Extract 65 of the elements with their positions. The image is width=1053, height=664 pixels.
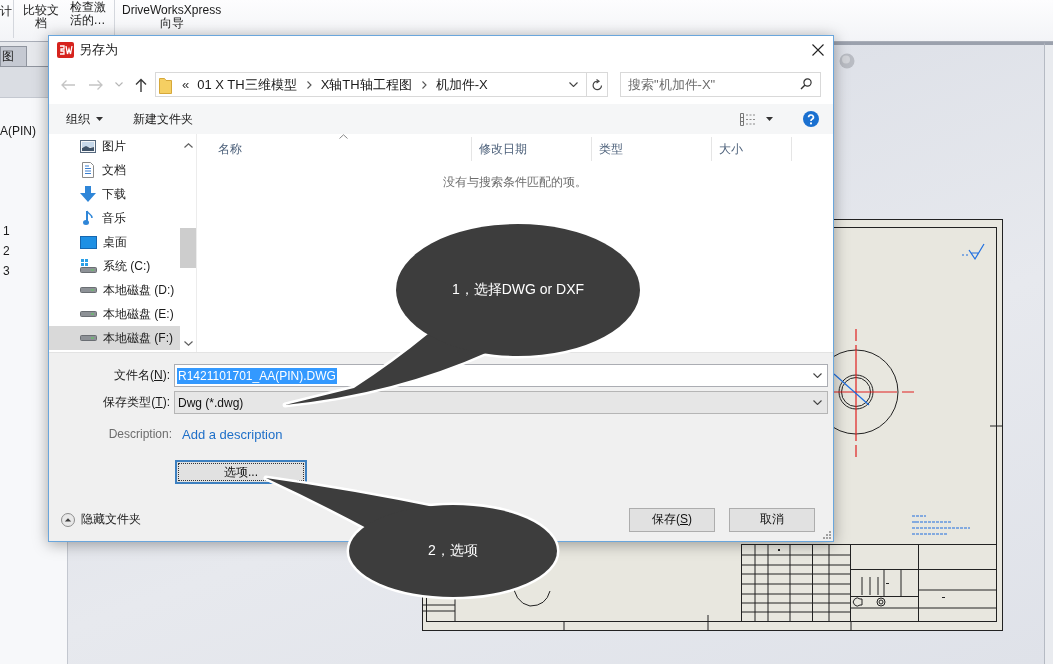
view-list-icon[interactable] [740, 112, 756, 126]
app-logo-icon [57, 42, 74, 58]
callout-text: 2，选项 [428, 542, 478, 560]
organize-button[interactable]: 组织 [66, 108, 103, 130]
drive-icon [80, 311, 97, 317]
chevron-right-icon[interactable] [421, 80, 427, 89]
down-arrow-icon [80, 186, 96, 202]
ribbon-button[interactable]: DriveWorksXpress 向导 [120, 0, 224, 30]
search-icon[interactable] [800, 78, 812, 90]
address-bar[interactable]: « 01 X TH三维模型 X轴TH轴工程图 机加件-X [155, 72, 608, 97]
nav-item[interactable]: 音乐 [49, 206, 180, 230]
caret-down-icon[interactable] [766, 117, 773, 121]
up-arrow-icon[interactable] [135, 77, 147, 92]
dot-icon[interactable] [839, 53, 855, 69]
hide-folders-button[interactable]: 隐藏文件夹 [61, 511, 141, 528]
search-field[interactable]: 搜索"机加件-X" [620, 72, 821, 97]
dialog-button[interactable]: 保存(S) [629, 507, 715, 532]
nav-item[interactable]: 本地磁盘 (D:) [49, 278, 180, 302]
breadcrumb-overflow[interactable]: « [182, 77, 190, 92]
new-folder-button[interactable]: 新建文件夹 [133, 108, 193, 130]
nav-item[interactable]: 文档 [49, 158, 180, 182]
nav-item[interactable]: 桌面 [49, 230, 180, 254]
scroll-down-icon[interactable] [183, 341, 193, 346]
document-icon [82, 162, 94, 178]
field-label: 文件名(N): [113, 367, 170, 384]
chevron-down-icon[interactable] [569, 82, 578, 87]
resize-grip-icon[interactable] [822, 530, 831, 539]
drive-icon [80, 287, 97, 293]
description-label: Description: [107, 427, 172, 441]
breadcrumb-item[interactable]: X轴TH轴工程图 [320, 75, 412, 94]
nav-item[interactable]: 系统 (C:) [49, 254, 180, 278]
desktop-icon [80, 235, 97, 249]
sort-up-icon [338, 134, 348, 139]
collapse-up-icon [61, 512, 75, 527]
window-title: 另存为 [79, 41, 118, 59]
picture-icon [80, 139, 96, 153]
drive-icon [80, 335, 97, 341]
chevron-right-icon[interactable] [306, 80, 312, 89]
caret-down-icon [96, 117, 103, 121]
scroll-up-icon[interactable] [183, 143, 193, 148]
system-drive-icon [80, 259, 97, 273]
breadcrumb-item[interactable]: 机加件-X [435, 75, 488, 94]
ribbon-button[interactable]: 比较文 档 [21, 0, 61, 30]
close-icon[interactable] [812, 44, 824, 56]
file-type-dropdown[interactable]: Dwg (*.dwg) [174, 391, 828, 414]
callout-text: 1，选择DWG or DXF [451, 281, 585, 299]
music-note-icon [83, 210, 93, 226]
nav-item[interactable]: 本地磁盘 (E:) [49, 302, 180, 326]
field-label: 保存类型(T): [102, 394, 170, 411]
chevron-down-icon[interactable] [813, 400, 822, 405]
help-icon[interactable] [803, 111, 819, 127]
nav-item[interactable]: 下载 [49, 182, 180, 206]
dialog-button[interactable]: 取消 [729, 507, 815, 532]
scroll-thumb[interactable] [180, 228, 196, 268]
panel-tab[interactable]: 图 [0, 46, 27, 66]
nav-item[interactable]: 本地磁盘 (F:) [49, 326, 180, 350]
scrollbar[interactable] [1044, 42, 1053, 664]
chevron-down-icon[interactable] [813, 373, 822, 378]
nav-item[interactable]: 图片 [49, 134, 180, 158]
folder-icon [159, 75, 172, 94]
refresh-icon[interactable] [591, 78, 603, 91]
breadcrumb-item[interactable]: 01 X TH三维模型 [197, 75, 297, 94]
add-description-link[interactable]: Add a description [182, 426, 283, 442]
ribbon-button[interactable]: 计 [0, 0, 14, 38]
empty-message: 没有与搜索条件匹配的项。 [442, 174, 588, 191]
